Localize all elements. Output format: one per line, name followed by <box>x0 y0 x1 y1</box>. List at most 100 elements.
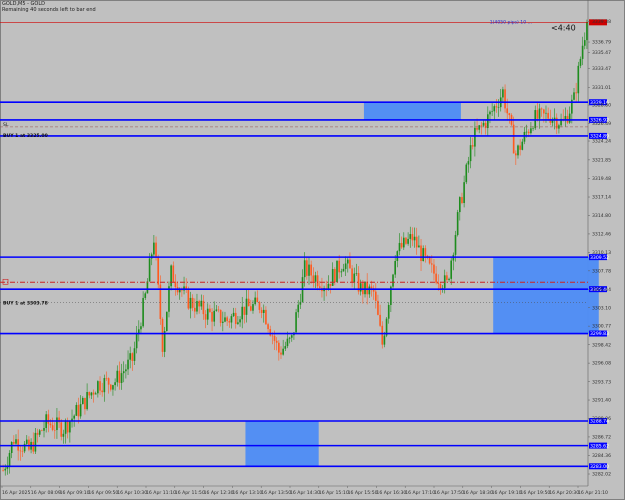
candle-body <box>222 321 224 323</box>
candle-body <box>409 234 412 239</box>
x-tick-label: 16 Apr 09:50 <box>88 490 118 496</box>
candle-body <box>64 421 67 434</box>
candle-body <box>392 274 394 287</box>
candle-body <box>377 300 379 315</box>
candle-body <box>245 298 248 315</box>
price-level-value: 3285.62 <box>590 443 609 449</box>
candle-body <box>4 468 7 471</box>
candle-body <box>189 297 192 309</box>
y-tick-label: 3326.49 <box>592 121 611 127</box>
candle-body <box>267 324 269 330</box>
candle-body <box>256 297 259 303</box>
x-tick-label: 16 Apr 12:30 <box>204 490 234 496</box>
candle-body <box>420 245 422 261</box>
candle-body <box>400 242 403 248</box>
candle-body <box>538 108 541 119</box>
y-tick-label: 3319.48 <box>592 176 611 182</box>
candle-body <box>458 197 461 213</box>
candle-body <box>34 432 37 452</box>
candle-body <box>10 442 13 453</box>
candle-body <box>394 261 396 275</box>
candle-body <box>275 340 278 343</box>
x-tick-label: 16 Apr 14:30 <box>290 490 320 496</box>
y-tick-label: 3331.01 <box>592 85 611 91</box>
candle-body <box>262 309 265 313</box>
candle-body <box>370 286 373 289</box>
chart-area[interactable]: GOLD,M5 - GOLD Remaining 40 seconds left… <box>0 0 625 500</box>
supply-demand-zone <box>363 102 461 120</box>
candle-body <box>213 310 216 322</box>
candle-body <box>351 268 353 283</box>
y-tick-label: 3321.85 <box>592 157 611 163</box>
candle-body <box>575 92 577 94</box>
candle-body <box>508 113 511 116</box>
y-tick-label: 3312.46 <box>592 232 611 238</box>
candle-body <box>398 242 401 252</box>
candle-body <box>413 236 416 241</box>
order-label: BUY 1 at 3325.00 <box>3 133 48 139</box>
price-level-value: 3283.00 <box>590 464 609 470</box>
y-tick-label: 3286.72 <box>592 435 611 441</box>
candle-body <box>478 125 481 130</box>
candle-body <box>90 392 93 396</box>
y-tick-label: 3333.47 <box>592 66 611 72</box>
x-tick-label: 16 Apr 09:10 <box>60 490 90 496</box>
candle-body <box>577 65 580 94</box>
candle-body <box>282 348 284 355</box>
candle-body <box>75 404 78 416</box>
candle-body <box>101 390 103 393</box>
y-tick-label: 3339.38 <box>592 19 611 25</box>
candle-body <box>443 275 446 289</box>
candle-body <box>340 271 343 273</box>
candle-body <box>140 326 142 330</box>
candle-body <box>545 112 547 114</box>
candle-body <box>129 353 132 360</box>
candle-body <box>206 308 209 320</box>
candle-body <box>543 109 545 114</box>
candle-body <box>456 212 459 236</box>
candle-body <box>480 125 483 126</box>
candle-body <box>200 300 203 307</box>
candle-body <box>433 264 435 274</box>
candle-body <box>142 297 144 327</box>
candle-body <box>116 370 119 383</box>
candle-body <box>379 314 381 326</box>
candle-body <box>86 391 88 410</box>
candle-body <box>250 306 252 311</box>
candle-body <box>125 369 127 372</box>
candle-body <box>77 404 80 417</box>
candle-body <box>581 45 584 59</box>
candle-body <box>353 273 356 283</box>
candle-body <box>366 281 368 295</box>
x-tick-label: 16 Apr 08:09 <box>31 490 61 496</box>
candle-body <box>374 291 377 301</box>
candle-body <box>219 309 222 323</box>
candle-body <box>474 127 476 147</box>
candle-body <box>383 335 386 345</box>
candle-body <box>191 297 194 308</box>
candle-body <box>53 429 56 431</box>
candle-body <box>155 242 157 257</box>
candle-body <box>540 108 543 110</box>
candle-body <box>131 353 134 361</box>
candle-body <box>355 273 358 274</box>
candle-body <box>308 264 310 276</box>
candle-body <box>133 348 136 361</box>
candle-body <box>107 378 110 385</box>
price-chart[interactable]: 3329.163326.923324.893309.523305.463299.… <box>0 0 625 500</box>
candle-body <box>303 260 306 278</box>
candle-body <box>336 260 338 283</box>
candle-body <box>114 382 116 386</box>
candle-body <box>415 236 418 248</box>
candle-body <box>243 306 246 315</box>
candle-body <box>497 107 500 108</box>
spread-label: 1(4050 pips) 10 ... <box>490 19 532 25</box>
candle-body <box>430 263 433 265</box>
candle-body <box>198 301 200 307</box>
x-tick-label: 16 Apr 10:30 <box>117 490 147 496</box>
candle-body <box>381 325 384 345</box>
candle-body <box>450 260 453 279</box>
y-tick-label: 3328.80 <box>592 103 611 109</box>
candle-body <box>448 278 450 280</box>
order-label: BUY 1 at 3303.78 <box>3 300 48 306</box>
